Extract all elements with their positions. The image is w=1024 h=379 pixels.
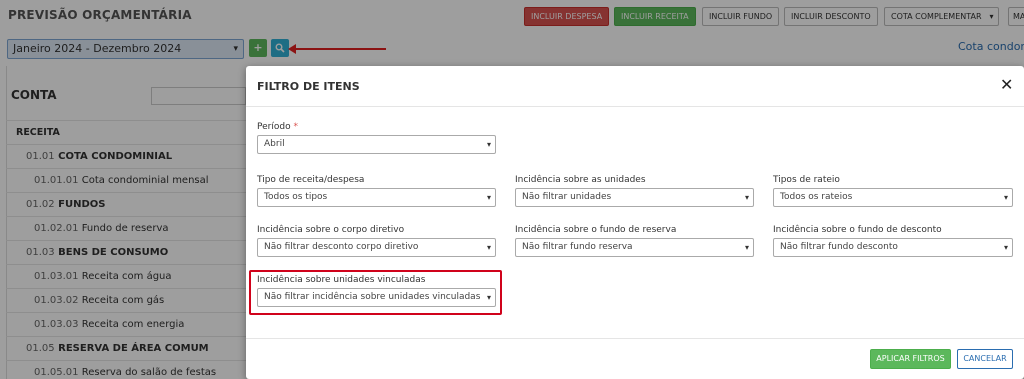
inc-fundo-desconto-select[interactable]: Não filtrar fundo desconto ▾: [773, 238, 1013, 257]
apply-filters-button[interactable]: APLICAR FILTROS: [870, 349, 951, 369]
periodo-select[interactable]: Abril ▾: [257, 135, 496, 154]
inc-fundo-desconto-label: Incidência sobre o fundo de desconto: [773, 225, 942, 235]
modal-title: FILTRO DE ITENS: [257, 80, 360, 93]
chevron-down-icon: ▾: [486, 140, 491, 149]
inc-unidades-label: Incidência sobre as unidades: [515, 175, 646, 185]
chevron-down-icon: ▾: [1003, 243, 1008, 252]
tipo-label: Tipo de receita/despesa: [257, 175, 365, 185]
inc-corpo-select-value: Não filtrar desconto corpo diretivo: [264, 242, 419, 252]
tipo-select[interactable]: Todos os tipos ▾: [257, 188, 496, 207]
chevron-down-icon: ▾: [486, 243, 491, 252]
inc-unidades-select[interactable]: Não filtrar unidades ▾: [515, 188, 754, 207]
inc-vinculadas-select[interactable]: Não filtrar incidência sobre unidades vi…: [257, 288, 496, 307]
chevron-down-icon: ▾: [1003, 193, 1008, 202]
chevron-down-icon: ▾: [744, 193, 749, 202]
chevron-down-icon: ▾: [744, 243, 749, 252]
inc-unidades-select-value: Não filtrar unidades: [522, 192, 612, 202]
chevron-down-icon: ▾: [486, 193, 491, 202]
periodo-select-value: Abril: [264, 139, 285, 149]
inc-fundo-reserva-select[interactable]: Não filtrar fundo reserva ▾: [515, 238, 754, 257]
required-mark: *: [293, 122, 298, 132]
close-icon[interactable]: ✕: [1000, 75, 1013, 94]
tipo-select-value: Todos os tipos: [264, 192, 328, 202]
inc-corpo-select[interactable]: Não filtrar desconto corpo diretivo ▾: [257, 238, 496, 257]
inc-fundo-reserva-label: Incidência sobre o fundo de reserva: [515, 225, 677, 235]
inc-fundo-desconto-select-value: Não filtrar fundo desconto: [780, 242, 898, 252]
periodo-label-text: Período: [257, 122, 291, 132]
periodo-label: Período *: [257, 122, 298, 132]
tipos-rateio-select[interactable]: Todos os rateios ▾: [773, 188, 1013, 207]
inc-corpo-label: Incidência sobre o corpo diretivo: [257, 225, 405, 235]
chevron-down-icon: ▾: [486, 293, 491, 302]
inc-fundo-reserva-select-value: Não filtrar fundo reserva: [522, 242, 633, 252]
tipos-rateio-label: Tipos de rateio: [773, 175, 840, 185]
cancel-button[interactable]: CANCELAR: [957, 349, 1013, 369]
modal-header: FILTRO DE ITENS ✕: [246, 66, 1024, 107]
inc-vinculadas-select-value: Não filtrar incidência sobre unidades vi…: [264, 292, 481, 302]
filter-modal: FILTRO DE ITENS ✕ Período * Abril ▾ Tipo…: [246, 66, 1024, 379]
tipos-rateio-select-value: Todos os rateios: [780, 192, 853, 202]
inc-vinculadas-label: Incidência sobre unidades vinculadas: [257, 275, 426, 285]
